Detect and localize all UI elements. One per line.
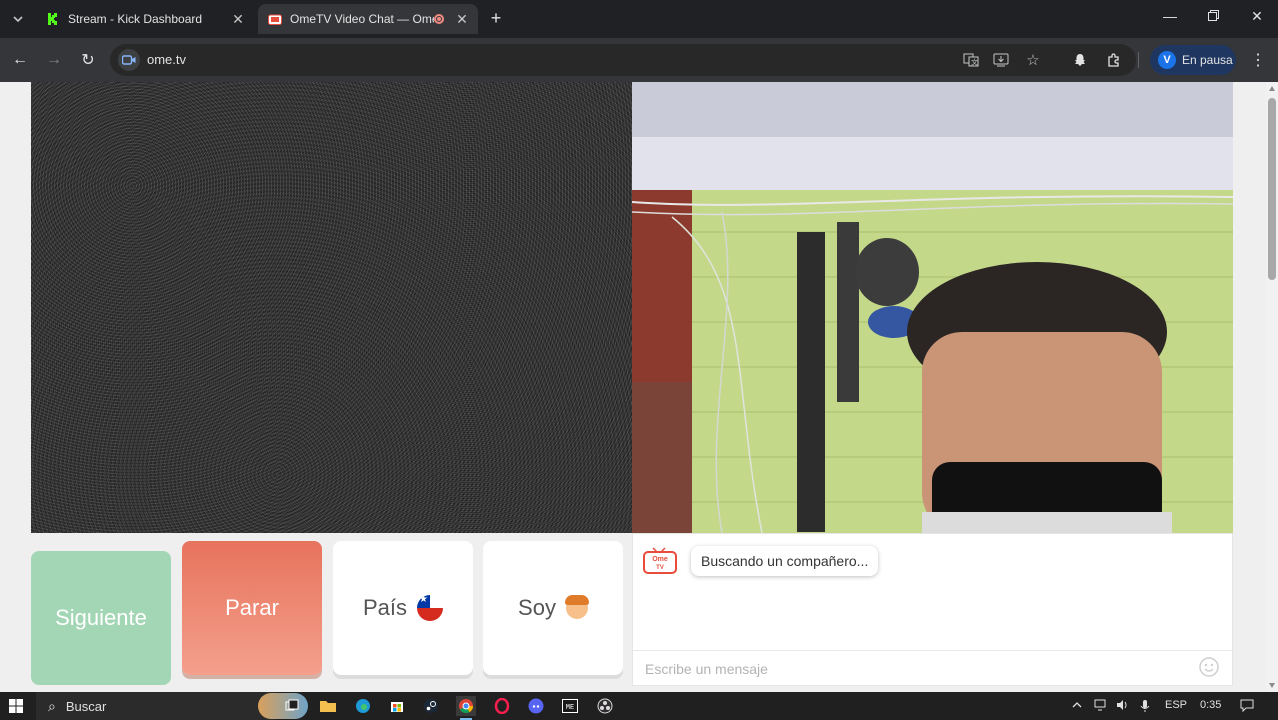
- steam-icon[interactable]: [421, 696, 441, 716]
- taskbar-search-placeholder: Buscar: [65, 698, 107, 714]
- svg-text:文: 文: [971, 58, 978, 67]
- microsoft-store-icon[interactable]: [387, 696, 407, 716]
- browser-toolbar: ← → ↻ ome.tv 文 ☆ V En pausa ⋮: [0, 38, 1278, 82]
- tab-close-icon[interactable]: ✕: [228, 11, 248, 28]
- network-icon[interactable]: [1094, 699, 1108, 714]
- tab-ometv[interactable]: OmeTV Video Chat — Ome ✕: [258, 4, 478, 34]
- profile-status-label: En pausa: [1182, 53, 1233, 67]
- bookmark-star-icon[interactable]: ☆: [1024, 51, 1042, 69]
- taskbar-search[interactable]: ⌕ Buscar: [36, 692, 308, 720]
- file-explorer-icon[interactable]: [318, 696, 338, 716]
- svg-text:TV: TV: [656, 565, 664, 571]
- windows-start-icon[interactable]: [9, 699, 23, 713]
- emoji-picker-icon[interactable]: [1199, 657, 1219, 677]
- tab-strip: Stream - Kick Dashboard ✕ OmeTV Video Ch…: [0, 0, 1278, 38]
- input-language[interactable]: ESP: [1165, 699, 1187, 711]
- next-button-label: Siguiente: [55, 605, 147, 630]
- next-button[interactable]: Siguiente: [31, 551, 171, 685]
- notifications-icon[interactable]: [1240, 699, 1254, 715]
- chrome-icon[interactable]: [456, 696, 476, 720]
- chevron-down-icon: [13, 16, 23, 22]
- country-button-label: País: [362, 595, 408, 620]
- scroll-down-arrow-icon[interactable]: [1269, 683, 1275, 688]
- clock-time[interactable]: 0:35: [1200, 699, 1221, 711]
- self-camera-video: [632, 82, 1233, 533]
- back-arrow-icon[interactable]: ←: [9, 49, 31, 71]
- chat-panel: Ome TV Buscando un compañero...: [632, 533, 1233, 686]
- recording-indicator-icon: [434, 14, 444, 24]
- url-text: ome.tv: [147, 52, 187, 67]
- toolbar-separator: [1138, 52, 1139, 68]
- microphone-icon[interactable]: [1140, 699, 1150, 716]
- tab-search-button[interactable]: [6, 7, 30, 31]
- tab-title: Stream - Kick Dashboard: [68, 12, 203, 26]
- ometv-logo-icon: Ome TV: [643, 546, 677, 574]
- task-view-icon[interactable]: [282, 696, 302, 716]
- svg-text:ME: ME: [566, 704, 574, 712]
- gender-button[interactable]: Soy: [483, 541, 623, 675]
- tab-close-icon[interactable]: ✕: [452, 11, 472, 28]
- new-tab-button[interactable]: +: [486, 8, 506, 29]
- opera-gx-icon[interactable]: [492, 696, 512, 716]
- restore-icon[interactable]: [1198, 8, 1228, 24]
- more-menu-icon[interactable]: ⋮: [1248, 50, 1268, 70]
- status-message: Buscando un compañero...: [691, 546, 879, 576]
- windows-taskbar: ⌕ Buscar ME ESP 0:35: [0, 692, 1278, 720]
- page-scrollbar[interactable]: [1266, 82, 1278, 692]
- ometv-page: Siguiente Parar País ★ Soy Ome TV Buscan…: [0, 82, 1266, 692]
- svg-text:Ome: Ome: [652, 556, 668, 563]
- camera-feed-image: [632, 82, 1233, 533]
- edge-browser-icon[interactable]: [353, 696, 373, 716]
- stop-button-label: Parar: [225, 595, 279, 620]
- show-hidden-icons-icon[interactable]: [1072, 699, 1082, 711]
- scroll-thumb[interactable]: [1268, 98, 1276, 280]
- translate-icon[interactable]: 文: [962, 51, 980, 69]
- obs-studio-icon[interactable]: [595, 696, 615, 716]
- avatar: V: [1158, 51, 1176, 69]
- ometv-icon: [268, 12, 282, 26]
- forward-arrow-icon[interactable]: →: [43, 49, 65, 71]
- volume-icon[interactable]: [1116, 699, 1130, 714]
- terminal-app-icon[interactable]: ME: [560, 696, 580, 716]
- tab-title: OmeTV Video Chat — Ome: [290, 12, 434, 26]
- message-input[interactable]: [643, 658, 1187, 680]
- gender-button-label: Soy: [518, 595, 556, 620]
- profile-button[interactable]: V En pausa: [1150, 45, 1236, 75]
- partner-video-static: [31, 82, 632, 533]
- discord-icon[interactable]: [526, 696, 546, 716]
- snapchat-extension-icon[interactable]: [1070, 50, 1090, 70]
- kick-icon: [46, 12, 60, 26]
- search-icon: ⌕: [48, 697, 56, 714]
- site-info-icon[interactable]: [118, 49, 140, 71]
- tab-kick-dashboard[interactable]: Stream - Kick Dashboard ✕: [36, 4, 254, 34]
- minimize-icon[interactable]: —: [1155, 8, 1185, 24]
- stop-button[interactable]: Parar: [182, 541, 322, 675]
- close-window-icon[interactable]: ✕: [1242, 8, 1272, 25]
- extensions-puzzle-icon[interactable]: [1104, 50, 1124, 70]
- scroll-up-arrow-icon[interactable]: [1269, 86, 1275, 91]
- install-app-icon[interactable]: [992, 51, 1010, 69]
- boy-face-icon: [564, 595, 589, 619]
- chat-divider: [633, 650, 1232, 651]
- chile-flag-icon: ★: [417, 595, 444, 621]
- country-button[interactable]: País ★: [333, 541, 473, 675]
- address-bar[interactable]: ome.tv 文 ☆: [110, 44, 1136, 76]
- reload-icon[interactable]: ↻: [77, 49, 99, 71]
